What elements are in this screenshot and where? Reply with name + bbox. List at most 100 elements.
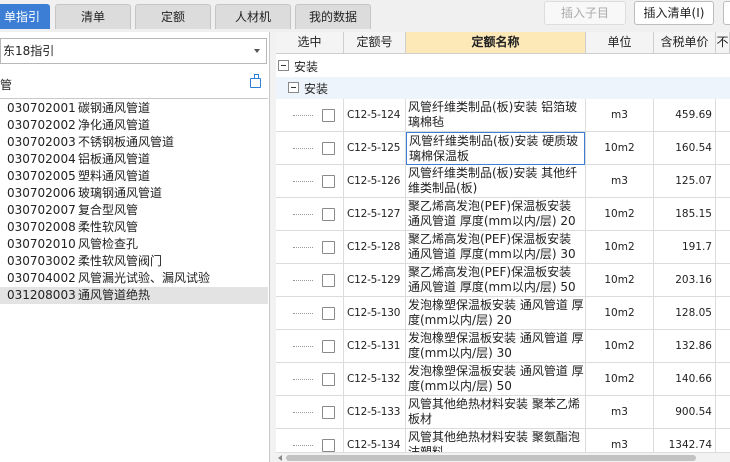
quota-name: 风管纤维类制品(板)安装 硬质玻璃棉保温板: [406, 132, 585, 165]
table-row[interactable]: C12-5-132 发泡橡塑保温板安装 通风管道 厚度(mm以内/层) 50 10m…: [276, 363, 730, 396]
truncated-cell: [716, 297, 730, 330]
list-item[interactable]: 030702006 玻璃钢通风管道: [0, 185, 268, 202]
collapse-icon[interactable]: [278, 60, 289, 71]
header-price[interactable]: 含税单价: [654, 32, 716, 54]
item-name: 柔性软风管阀门: [78, 254, 163, 268]
tab-my-data[interactable]: 我的数据: [295, 4, 371, 29]
list-item[interactable]: 030703002 柔性软风管阀门: [0, 253, 268, 270]
row-checkbox[interactable]: [322, 175, 335, 188]
price-cell: 128.05: [654, 297, 716, 330]
table-row[interactable]: C12-5-126 风管纤维类制品(板)安装 其他纤维类制品(板) m3 125.07: [276, 165, 730, 198]
table-row[interactable]: C12-5-131 发泡橡塑保温板安装 通风管道 厚度(mm以内/层) 30 10m…: [276, 330, 730, 363]
list-item[interactable]: 030704002 风管漏光试验、漏风试验: [0, 270, 268, 287]
item-code: 030702007: [7, 203, 76, 217]
list-item[interactable]: 030702004 铝板通风管道: [0, 151, 268, 168]
name-cell[interactable]: 发泡橡塑保温板安装 通风管道 厚度(mm以内/层) 50: [406, 363, 586, 396]
row-checkbox[interactable]: [322, 340, 335, 353]
row-checkbox[interactable]: [322, 109, 335, 122]
item-code: 031208003: [7, 288, 76, 302]
item-name: 铝板通风管道: [78, 152, 151, 166]
item-name: 风管检查孔: [78, 237, 139, 251]
code-cell: C12-5-132: [344, 363, 406, 396]
code-cell: C12-5-125: [344, 132, 406, 165]
folder-icon[interactable]: [250, 74, 261, 88]
quota-name: 发泡橡塑保温板安装 通风管道 厚度(mm以内/层) 50: [408, 364, 584, 393]
list-item[interactable]: 030702010 风管检查孔: [0, 236, 268, 253]
name-cell[interactable]: 聚乙烯高发泡(PEF)保温板安装 通风管道 厚度(mm以内/层) 20: [406, 198, 586, 231]
name-cell[interactable]: 聚乙烯高发泡(PEF)保温板安装 通风管道 厚度(mm以内/层) 30: [406, 231, 586, 264]
header-unit[interactable]: 单位: [586, 32, 654, 54]
collapse-icon[interactable]: [288, 82, 299, 93]
table-row[interactable]: C12-5-124 风管纤维类制品(板)安装 铝箔玻璃棉毡 m3 459.69: [276, 99, 730, 132]
scroll-left-icon[interactable]: [278, 455, 282, 461]
table-row[interactable]: C12-5-130 发泡橡塑保温板安装 通风管道 厚度(mm以内/层) 20 10m…: [276, 297, 730, 330]
subgroup-label: 安装: [304, 82, 329, 96]
table-row[interactable]: C12-5-129 聚乙烯高发泡(PEF)保温板安装 通风管道 厚度(mm以内/层…: [276, 264, 730, 297]
price: 140.66: [675, 373, 712, 385]
tab-list[interactable]: 清单: [55, 4, 131, 29]
group-row[interactable]: 安装: [276, 55, 730, 77]
name-cell[interactable]: 风管其他绝热材料安装 聚苯乙烯板材: [406, 396, 586, 429]
header-truncated[interactable]: 不: [716, 32, 730, 54]
horizontal-scrollbar[interactable]: [276, 452, 730, 462]
tab-list-guide[interactable]: 单指引: [0, 4, 50, 29]
quota-code: C12-5-125: [347, 142, 401, 154]
price-cell: 203.16: [654, 264, 716, 297]
list-item[interactable]: 030702007 复合型风管: [0, 202, 268, 219]
row-checkbox[interactable]: [322, 208, 335, 221]
row-checkbox[interactable]: [322, 142, 335, 155]
row-checkbox[interactable]: [322, 274, 335, 287]
header-quota-name[interactable]: 定额名称: [406, 32, 586, 54]
table-row[interactable]: C12-5-133 风管其他绝热材料安装 聚苯乙烯板材 m3 900.54: [276, 396, 730, 429]
chevron-down-icon: [254, 49, 260, 53]
name-cell[interactable]: 聚乙烯高发泡(PEF)保温板安装 通风管道 厚度(mm以内/层) 50: [406, 264, 586, 297]
panel-title: 管: [0, 78, 13, 92]
list-item[interactable]: 030702003 不锈钢板通风管道: [0, 134, 268, 151]
top-tab-bar: 单指引 清单 定额 人材机 我的数据 插入子目 插入清单(I): [0, 0, 730, 32]
insert-child-button[interactable]: 插入子目: [544, 1, 626, 25]
scrollbar-thumb[interactable]: [286, 455, 696, 461]
header-select[interactable]: 选中: [276, 32, 344, 54]
row-checkbox[interactable]: [322, 373, 335, 386]
item-code: 030702004: [7, 152, 76, 166]
name-cell[interactable]: 发泡橡塑保温板安装 通风管道 厚度(mm以内/层) 30: [406, 330, 586, 363]
row-checkbox[interactable]: [322, 241, 335, 254]
table-row[interactable]: C12-5-127 聚乙烯高发泡(PEF)保温板安装 通风管道 厚度(mm以内/层…: [276, 198, 730, 231]
header-quota-code[interactable]: 定额号: [344, 32, 406, 54]
guide-library-select[interactable]: 东18指引: [0, 38, 267, 64]
list-item[interactable]: 030702001 碳钢通风管道: [0, 100, 268, 117]
tab-labor-material-machine[interactable]: 人材机: [215, 4, 291, 29]
row-checkbox[interactable]: [322, 439, 335, 452]
subgroup-row[interactable]: 安装: [276, 77, 730, 99]
price: 185.15: [675, 208, 712, 220]
list-item[interactable]: 030702008 柔性软风管: [0, 219, 268, 236]
tree-line: [293, 379, 313, 380]
insert-list-button[interactable]: 插入清单(I): [634, 1, 714, 25]
quota-code: C12-5-128: [347, 241, 401, 253]
name-cell[interactable]: 风管纤维类制品(板)安装 硬质玻璃棉保温板: [406, 132, 586, 165]
more-button[interactable]: [723, 1, 730, 25]
table-row[interactable]: C12-5-125 风管纤维类制品(板)安装 硬质玻璃棉保温板 10m2 160.54: [276, 132, 730, 165]
row-checkbox[interactable]: [322, 307, 335, 320]
table-row[interactable]: C12-5-128 聚乙烯高发泡(PEF)保温板安装 通风管道 厚度(mm以内/层…: [276, 231, 730, 264]
unit-cell: m3: [586, 396, 654, 429]
name-cell[interactable]: 风管纤维类制品(板)安装 其他纤维类制品(板): [406, 165, 586, 198]
list-item[interactable]: 030702002 净化通风管道: [0, 117, 268, 134]
item-code: 030702002: [7, 118, 76, 132]
select-cell: [276, 297, 344, 330]
name-cell[interactable]: 发泡橡塑保温板安装 通风管道 厚度(mm以内/层) 20: [406, 297, 586, 330]
list-item[interactable]: 030702005 塑料通风管道: [0, 168, 268, 185]
tree-line: [293, 280, 313, 281]
tab-quota[interactable]: 定额: [135, 4, 211, 29]
unit-cell: 10m2: [586, 132, 654, 165]
tree-line: [293, 247, 313, 248]
quota-name: 风管其他绝热材料安装 聚苯乙烯板材: [408, 397, 580, 426]
name-cell[interactable]: 风管纤维类制品(板)安装 铝箔玻璃棉毡: [406, 99, 586, 132]
unit: 10m2: [604, 208, 635, 220]
code-cell: C12-5-129: [344, 264, 406, 297]
row-checkbox[interactable]: [322, 406, 335, 419]
list-item[interactable]: 031208003 通风管道绝热: [0, 287, 268, 304]
select-cell: [276, 165, 344, 198]
price: 1342.74: [668, 439, 712, 451]
price-cell: 185.15: [654, 198, 716, 231]
